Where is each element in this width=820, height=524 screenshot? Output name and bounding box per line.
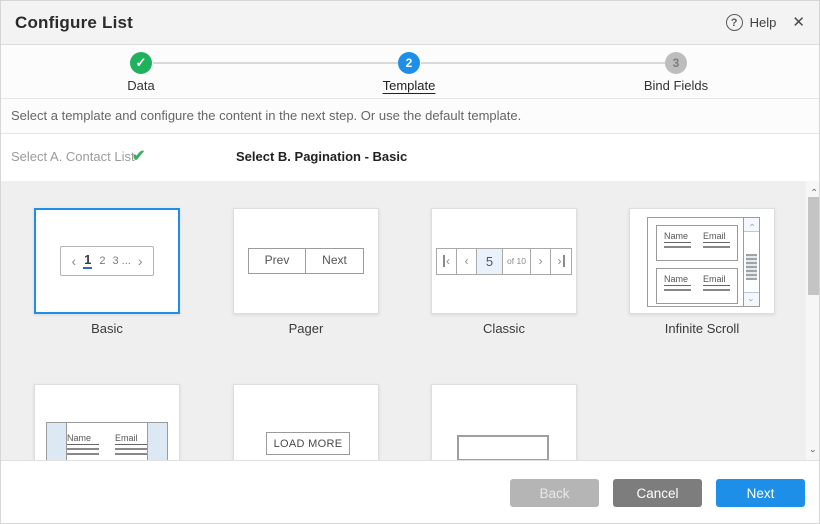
check-icon: ✓	[136, 55, 147, 71]
template-label-basic: Basic	[34, 321, 180, 336]
text-line	[115, 453, 147, 455]
email-header: Email	[115, 433, 147, 445]
step-bind-fields-circle[interactable]: 3	[665, 52, 687, 74]
classic-preview: ‹ ‹ 5 of 10 › ›	[432, 209, 576, 313]
back-button[interactable]: Back	[510, 479, 599, 507]
pagination-preview: ‹ 1 2 3 ... ›	[60, 246, 153, 276]
template-label-classic: Classic	[431, 321, 577, 336]
stepper-connector	[153, 62, 398, 64]
template-gallery: ‹ 1 2 3 ... › Prev Next ‹ ‹	[1, 181, 820, 460]
scrollbar-thumb[interactable]	[808, 197, 819, 295]
page-count: of 10	[503, 249, 531, 274]
infinite-scroll-preview: Name Email Name Email › ›	[647, 217, 760, 307]
step-data-circle[interactable]: ✓	[130, 52, 152, 74]
close-icon[interactable]: ✕	[792, 15, 805, 30]
text-line	[664, 246, 691, 248]
scroll-up-icon: ›	[744, 218, 759, 232]
template-card-pager[interactable]: Prev Next	[233, 208, 379, 314]
page-1: 1	[83, 253, 92, 269]
scroll-up-icon[interactable]: ›	[806, 183, 820, 197]
chevron-right-icon: ›	[138, 254, 143, 268]
text-line	[67, 453, 99, 455]
text-line	[703, 289, 730, 291]
record-preview: Name Email	[67, 433, 147, 455]
header-actions: ? Help ✕	[726, 14, 805, 31]
template-card-infinite-scroll[interactable]: Name Email Name Email › ›	[629, 208, 775, 314]
template-label-infinite-scroll: Infinite Scroll	[629, 321, 775, 336]
text-line	[664, 289, 691, 291]
help-icon[interactable]: ?	[726, 14, 743, 31]
step-bind-fields-label: Bind Fields	[606, 78, 746, 93]
select-a-label: Select A. Contact List	[11, 149, 135, 164]
first-page-icon: ‹	[437, 249, 457, 274]
preview-scrollbar: › ›	[743, 218, 759, 306]
dialog-header: Configure List ? Help ✕	[1, 1, 820, 45]
scrollbar-thumb	[746, 254, 757, 280]
next-button[interactable]: Next	[716, 479, 805, 507]
step-data-label: Data	[71, 78, 211, 93]
step-number: 3	[673, 56, 680, 70]
chevron-right-icon: ›	[531, 249, 551, 274]
dialog-footer: Back Cancel Next	[1, 460, 820, 524]
chevron-left-icon: ‹	[71, 254, 76, 268]
scroll-down-icon[interactable]: ›	[806, 444, 820, 458]
scroll-down-icon: ›	[744, 292, 759, 306]
chevron-left-icon: ‹	[47, 423, 67, 460]
chevron-left-icon: ‹	[457, 249, 477, 274]
stepper-connector	[421, 62, 665, 64]
template-card-basic[interactable]: ‹ 1 2 3 ... ›	[34, 208, 180, 314]
wizard-stepper: ✓ 2 3 Data Template Bind Fields	[1, 45, 820, 99]
classic-pagination: ‹ ‹ 5 of 10 › ›	[436, 248, 572, 275]
page-2: 2	[99, 255, 105, 267]
email-header: Email	[703, 231, 730, 243]
name-header: Name	[67, 433, 99, 445]
template-card-blank[interactable]	[431, 384, 577, 460]
page-title: Configure List	[15, 13, 133, 33]
select-b-label: Select B. Pagination - Basic	[236, 149, 407, 164]
template-card-classic[interactable]: ‹ ‹ 5 of 10 › ›	[431, 208, 577, 314]
step-template-label: Template	[339, 78, 479, 93]
basic-preview: ‹ 1 2 3 ... ›	[36, 210, 178, 312]
load-more-button-preview: LOAD MORE	[266, 432, 350, 455]
text-line	[115, 448, 147, 450]
prev-button-preview: Prev	[249, 249, 306, 273]
pager-preview: Prev Next	[234, 209, 378, 313]
instruction-text: Select a template and configure the cont…	[1, 99, 820, 134]
cancel-button[interactable]: Cancel	[613, 479, 702, 507]
step-number: 2	[406, 56, 413, 70]
name-header: Name	[664, 231, 691, 243]
current-page: 5	[477, 249, 503, 274]
pager-buttons: Prev Next	[248, 248, 364, 274]
check-icon: ✔	[132, 146, 145, 166]
gallery-scrollbar[interactable]: › ›	[806, 181, 820, 460]
page-3: 3 ...	[113, 255, 131, 267]
configure-list-dialog: Configure List ? Help ✕ ✓ 2 3 Data Templ…	[0, 0, 820, 524]
help-label[interactable]: Help	[750, 15, 777, 30]
chevron-right-icon: ›	[147, 423, 167, 460]
name-header: Name	[664, 274, 691, 286]
text-line	[703, 246, 730, 248]
blank-box-preview	[457, 435, 549, 460]
horizontal-scroll-preview: ‹ Name Email ›	[46, 422, 168, 460]
selection-summary: Select A. Contact List ✔ Select B. Pagin…	[1, 134, 820, 181]
record-preview: Name Email	[656, 268, 738, 304]
email-header: Email	[703, 274, 730, 286]
template-card-load-more[interactable]: LOAD MORE	[233, 384, 379, 460]
next-button-preview: Next	[306, 249, 363, 273]
template-label-pager: Pager	[233, 321, 379, 336]
text-line	[67, 448, 99, 450]
last-page-icon: ›	[551, 249, 571, 274]
record-preview: Name Email	[656, 225, 738, 261]
help-button[interactable]: ? Help	[726, 14, 777, 31]
step-template-circle[interactable]: 2	[398, 52, 420, 74]
template-card-horizontal-scroll[interactable]: ‹ Name Email ›	[34, 384, 180, 460]
